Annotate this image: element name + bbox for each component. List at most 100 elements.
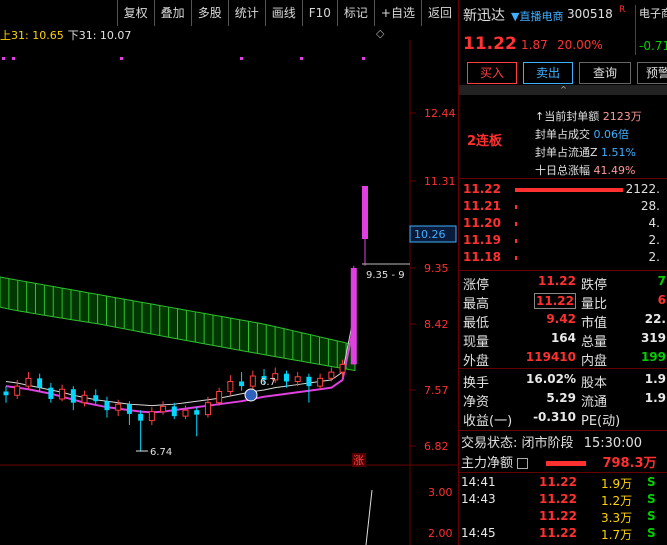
quote-value: 16.02%: [526, 372, 576, 386]
query-button[interactable]: 查询: [579, 62, 631, 84]
event-icon: [244, 388, 258, 402]
sell-button[interactable]: 卖出: [523, 62, 573, 84]
candle-body: [160, 405, 167, 413]
main-flow-bar: [546, 461, 587, 466]
divider: [459, 368, 667, 369]
orderbook-row[interactable]: 11.22 2122.: [459, 182, 667, 199]
current-price-tag: 10.26: [414, 228, 446, 241]
bid-volume-bar: [515, 239, 517, 243]
divider: [459, 472, 667, 473]
price-axis-label: 9.35: [424, 262, 449, 275]
toolbar-button[interactable]: 多股: [190, 0, 228, 26]
diamond-icon[interactable]: ◇: [376, 27, 384, 40]
quote-row: 最高 11.22 量比 6: [459, 293, 667, 312]
marker-dot: [300, 57, 303, 60]
collapse-icon[interactable]: ^: [459, 85, 667, 95]
trade-price: 11.22: [539, 492, 577, 506]
orderbook-row[interactable]: 11.19 2.: [459, 233, 667, 250]
quote-value: 5.29: [546, 391, 576, 405]
candle-body: [70, 389, 76, 403]
quote-label: 最低: [463, 316, 490, 331]
sector-box[interactable]: 电子商 -0.71: [635, 5, 667, 55]
price-axis-label: 12.44: [424, 107, 456, 120]
candle-body: [339, 363, 346, 373]
price-axis-label: 8.42: [424, 318, 449, 331]
quote-value: 11.22: [534, 293, 576, 309]
candle-body: [138, 413, 144, 421]
r-flag: R: [619, 5, 626, 15]
orderbook-row[interactable]: 11.20 4.: [459, 216, 667, 233]
seal-row: 封单占成交 0.06倍: [535, 126, 642, 144]
quote-label: 净资: [463, 395, 490, 410]
cursor-label: 9.35 - 9: [366, 270, 405, 281]
quote-value: 1.9: [644, 372, 666, 386]
quote-label: PE(动): [581, 414, 621, 429]
quote-value: 1.9: [644, 391, 666, 405]
trade-status: 交易状态: 闭市阶段 15:30:00: [461, 432, 642, 451]
bid-volume-bar: [515, 222, 517, 226]
quote-value: 7: [657, 274, 666, 288]
bid-volume-bar: [515, 188, 623, 192]
candle-body: [249, 375, 256, 387]
seal-value: 0.06倍: [593, 128, 630, 141]
ma-cloud-band: [0, 276, 356, 372]
trade-side: S: [647, 475, 656, 489]
main-flow-label: 主力净额: [461, 456, 514, 471]
buy-button[interactable]: 买入: [467, 62, 517, 84]
candle-body: [171, 406, 177, 417]
mid-price-label: 6.7: [260, 377, 276, 388]
toolbar-button[interactable]: 统计: [227, 0, 265, 26]
limit-up-streak: 2连板: [467, 134, 503, 149]
quote-row: 净资 5.29 流通 1.9: [459, 391, 667, 410]
quote-row: 涨停 11.22 跌停 7: [459, 274, 667, 293]
stock-name[interactable]: 新迅达: [463, 5, 505, 25]
quote-row: 收益(一) -0.310 PE(动): [459, 410, 667, 429]
candle-body: [350, 268, 357, 365]
seal-row: 封单占流通Z 1.51%: [535, 144, 642, 162]
candle-body: [37, 378, 43, 388]
stock-code: 300518: [567, 7, 613, 21]
quote-label: 总量: [581, 335, 608, 350]
toolbar-button[interactable]: 叠加: [153, 0, 191, 26]
quote-label: 外盘: [463, 354, 490, 369]
trade-row: 14:45 11.22 1.7万 S: [459, 526, 667, 543]
candle-body: [48, 387, 54, 399]
toolbar-button[interactable]: 返回: [420, 0, 458, 26]
concept-dropdown[interactable]: ▼直播电商: [511, 8, 563, 24]
main-flow[interactable]: 主力净额 798.3万: [461, 452, 667, 471]
marker-dot: [240, 57, 243, 60]
quote-table: 涨停 11.22 跌停 7 最高 11.22 量比 6 最低 9.42 市值 22. 现量 164 总量 31…: [459, 274, 667, 369]
quote-label: 跌停: [581, 278, 608, 293]
candle-body: [294, 376, 301, 382]
orderbook-row[interactable]: 11.18 2.: [459, 250, 667, 267]
toolbar-button[interactable]: F10: [301, 0, 337, 26]
kline-chart[interactable]: 12.44 11.31 9.35 8.42 7.57 6.82 10.26 9.35 - …: [0, 40, 458, 545]
bid-volume: 2.: [648, 233, 660, 247]
alert-button[interactable]: 预警: [637, 62, 667, 84]
price-axis-label: 7.57: [424, 384, 449, 397]
seal-label: ↑当前封单额: [535, 110, 600, 123]
candle-body: [239, 381, 245, 387]
candle-body: [227, 380, 234, 392]
orderbook-row[interactable]: 11.21 28.: [459, 199, 667, 216]
toolbar-button[interactable]: 画线: [264, 0, 302, 26]
quote-label: 流通: [581, 395, 608, 410]
low-price-label: 6.74: [150, 447, 172, 458]
quote-row: 现量 164 总量 319: [459, 331, 667, 350]
marker-dot: [2, 57, 5, 60]
candle-body: [14, 385, 21, 396]
quote-label: 换手: [463, 376, 490, 391]
quote-row: 最低 9.42 市值 22.: [459, 312, 667, 331]
quote-label: 量比: [581, 297, 608, 312]
toolbar-button[interactable]: 标记: [336, 0, 374, 26]
divider: [459, 178, 667, 179]
top-dot-markers: [2, 57, 365, 60]
flow-menu-icon[interactable]: [517, 458, 529, 469]
candle-body: [126, 404, 132, 414]
toolbar-button[interactable]: +自选: [373, 0, 421, 26]
trade-price: 11.22: [539, 509, 577, 523]
candle-body: [3, 391, 9, 396]
quote-label: 市值: [581, 316, 608, 331]
toolbar-button[interactable]: 复权: [116, 0, 154, 26]
candle-body: [204, 402, 211, 416]
